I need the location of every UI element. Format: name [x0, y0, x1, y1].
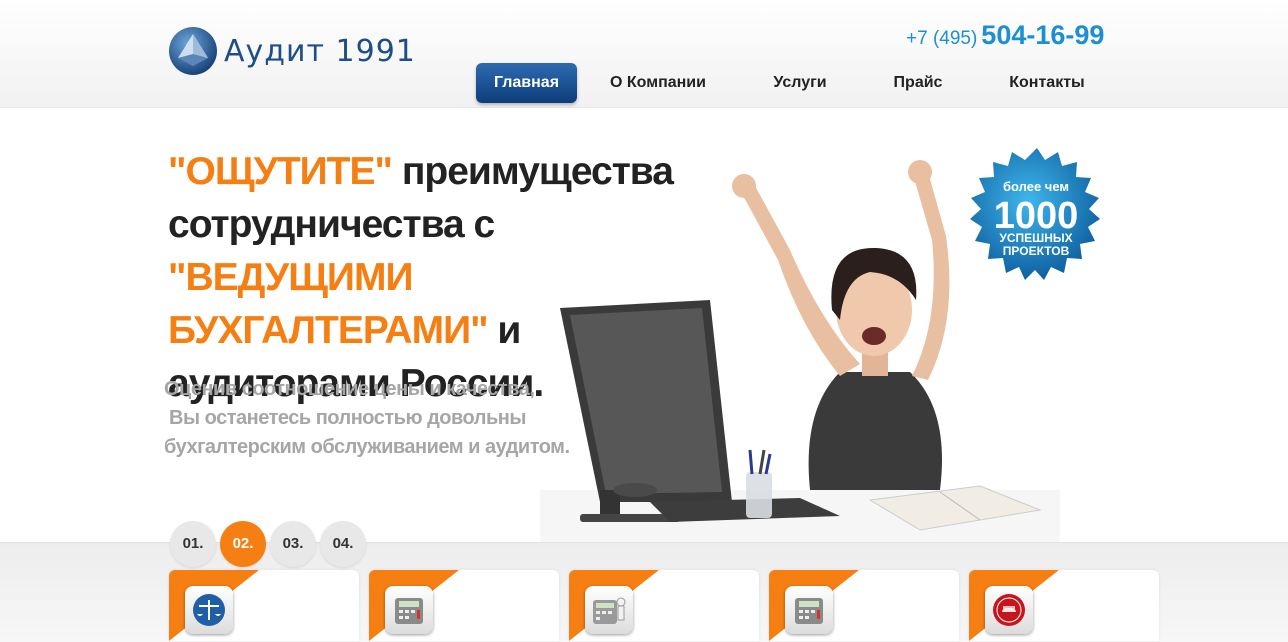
slider-step-2[interactable]: 02. [220, 521, 266, 567]
logo-text: Аудит 1991 [224, 33, 416, 69]
slider-step-3[interactable]: 03. [270, 521, 316, 567]
nav-item-services[interactable]: Услуги [756, 63, 844, 103]
feature-card[interactable] [769, 570, 959, 641]
phone-number[interactable]: +7 (495) 504-16-99 [906, 20, 1104, 51]
calculator-figure-icon [585, 586, 633, 634]
nav-item-home[interactable]: Главная [476, 63, 577, 103]
feature-card[interactable] [369, 570, 559, 641]
badge-line3: УСПЕШНЫХ [999, 231, 1072, 245]
diamond-logo-icon [169, 27, 217, 75]
calculator-icon [785, 586, 833, 634]
nav-item-contacts[interactable]: Контакты [994, 63, 1100, 103]
headline-accent-2: "ВЕДУЩИМИ БУХГАЛТЕРАМИ" [168, 256, 489, 352]
subtext-line: бухгалтерским обслуживанием и аудитом. [164, 436, 570, 458]
nav-item-about[interactable]: О Компании [594, 63, 722, 103]
feature-card[interactable] [169, 570, 359, 641]
subtext-line: Вы останетесь полностью довольны [164, 407, 526, 429]
hero-subtext: Оценив соотношение цены и качества, Вы о… [164, 375, 570, 462]
projects-badge: более чем 1000 УСПЕШНЫХ ПРОЕКТОВ [970, 148, 1100, 280]
slider-step-4[interactable]: 04. [320, 521, 366, 567]
sale-icon [985, 586, 1033, 634]
phone-digits: 504-16-99 [981, 20, 1105, 50]
subtext-line: Оценив соотношение цены и качества, [164, 378, 535, 400]
site-header: Аудит 1991 +7 (495) 504-16-99 Главная О К… [0, 0, 1288, 108]
feature-card[interactable] [969, 570, 1159, 641]
phone-code: +7 (495) [906, 28, 978, 49]
badge-line1: более чем [1003, 179, 1069, 194]
slider-step-1[interactable]: 01. [170, 521, 216, 567]
feature-card[interactable] [569, 570, 759, 641]
badge-line4: ПРОЕКТОВ [1003, 244, 1070, 258]
calculator-icon [385, 586, 433, 634]
logo[interactable]: Аудит 1991 [168, 26, 416, 76]
scales-icon [185, 586, 233, 634]
nav-item-prices[interactable]: Прайс [880, 63, 956, 103]
headline-accent-1: "ОЩУТИТЕ" [168, 150, 393, 193]
